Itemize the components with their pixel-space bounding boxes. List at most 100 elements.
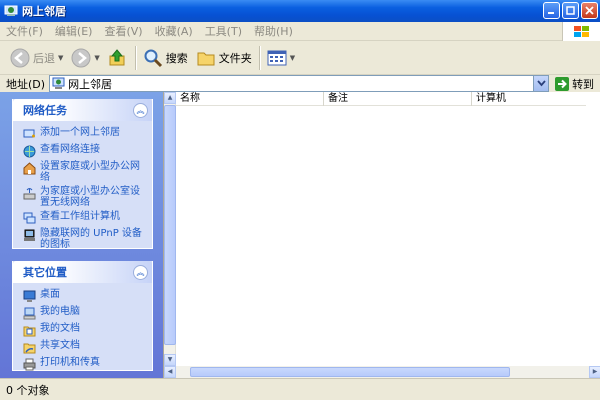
- back-arrow-icon: [10, 48, 30, 67]
- toolbar-separator: [134, 45, 136, 70]
- place-printers-faxes[interactable]: 打印机和传真: [23, 357, 146, 371]
- task-hide-upnp-icons[interactable]: 隐藏联网的 UPnP 设备的图标: [23, 228, 146, 250]
- scroll-up-button[interactable]: ▲: [164, 92, 176, 104]
- task-label: 查看网络连接: [40, 144, 100, 155]
- address-bar: 地址(D) 网上邻居 转到: [0, 75, 600, 92]
- printers-faxes-icon: [23, 358, 36, 371]
- minimize-button[interactable]: [543, 2, 560, 19]
- task-pane: 网络任务 ︽ 添加一个网上邻居 查看网络连接 设置家庭或小型办公网络 为家庭或小…: [0, 92, 163, 378]
- place-label: 共享文档: [40, 340, 80, 351]
- menu-bar: 文件(F) 编辑(E) 查看(V) 收藏(A) 工具(T) 帮助(H): [0, 22, 600, 41]
- collapse-icon[interactable]: ︽: [133, 102, 148, 118]
- task-label: 添加一个网上邻居: [40, 127, 120, 138]
- scroll-down-button[interactable]: ▼: [164, 354, 176, 366]
- address-input[interactable]: 网上邻居: [49, 75, 550, 92]
- task-setup-home-network[interactable]: 设置家庭或小型办公网络: [23, 161, 146, 183]
- other-places-title: 其它位置: [23, 266, 67, 279]
- up-folder-icon: [109, 48, 125, 65]
- horizontal-scrollbar[interactable]: ◀ ▶: [164, 366, 600, 378]
- menu-edit[interactable]: 编辑(E): [49, 23, 99, 39]
- place-shared-documents[interactable]: 共享文档: [23, 340, 146, 354]
- forward-dropdown-icon[interactable]: ▼: [94, 54, 99, 62]
- horizontal-scroll-thumb[interactable]: [190, 367, 510, 377]
- column-header: 名称 备注 计算机: [176, 92, 586, 106]
- address-label: 地址(D): [6, 77, 46, 91]
- menu-view[interactable]: 查看(V): [98, 23, 148, 39]
- network-connections-icon: [23, 145, 36, 158]
- task-label: 隐藏联网的 UPnP 设备的图标: [40, 228, 142, 250]
- desktop-icon: [23, 290, 36, 302]
- column-computer[interactable]: 计算机: [472, 92, 586, 106]
- views-icon: [267, 50, 287, 65]
- folder-icon: [197, 52, 215, 65]
- back-dropdown-icon[interactable]: ▼: [58, 54, 63, 62]
- views-dropdown-icon[interactable]: ▼: [290, 54, 295, 62]
- toolbar: 后退 ▼ ▼ 搜索 文件夹 ▼: [0, 41, 600, 75]
- shared-documents-icon: [23, 343, 36, 354]
- file-list-pane[interactable]: ▲ ▼ 名称 备注 计算机 ◀ ▶: [163, 92, 600, 378]
- add-network-place-icon: [23, 129, 35, 138]
- close-icon: [585, 6, 594, 15]
- home-network-setup-icon: [23, 162, 36, 175]
- title-bar[interactable]: 网上邻居: [0, 0, 600, 22]
- my-documents-icon: [23, 326, 36, 337]
- network-tasks-box: 网络任务 ︽ 添加一个网上邻居 查看网络连接 设置家庭或小型办公网络 为家庭或小…: [12, 99, 153, 250]
- address-dropdown-button[interactable]: [533, 76, 549, 91]
- status-text: 0 个对象: [6, 383, 50, 397]
- task-add-network-place[interactable]: 添加一个网上邻居: [23, 127, 146, 141]
- scroll-left-button[interactable]: ◀: [164, 366, 176, 378]
- other-places-header[interactable]: 其它位置 ︽: [13, 261, 152, 283]
- task-view-workgroup-computers[interactable]: 查看工作组计算机: [23, 211, 146, 225]
- place-label: 我的文档: [40, 323, 80, 334]
- windows-logo-icon: [562, 22, 600, 41]
- forward-button[interactable]: ▼: [67, 44, 103, 72]
- place-desktop[interactable]: 桌面: [23, 289, 146, 303]
- upnp-device-icon: [24, 229, 35, 241]
- back-button[interactable]: 后退 ▼: [6, 44, 67, 72]
- menu-help[interactable]: 帮助(H): [248, 23, 299, 39]
- views-button[interactable]: ▼: [263, 44, 299, 72]
- network-places-icon: [4, 5, 18, 16]
- search-icon: [144, 49, 162, 67]
- column-name[interactable]: 名称: [176, 92, 324, 106]
- place-my-documents[interactable]: 我的文档: [23, 323, 146, 337]
- place-my-computer[interactable]: 我的电脑: [23, 306, 146, 320]
- task-label: 查看工作组计算机: [40, 211, 120, 222]
- search-label: 搜索: [165, 51, 188, 65]
- maximize-icon: [566, 6, 575, 15]
- place-label: 打印机和传真: [40, 357, 100, 368]
- menu-tools[interactable]: 工具(T): [199, 23, 248, 39]
- place-label: 我的电脑: [40, 306, 80, 317]
- folders-label: 文件夹: [218, 51, 252, 65]
- minimize-icon: [548, 12, 554, 14]
- folders-button[interactable]: 文件夹: [192, 44, 256, 72]
- network-tasks-header[interactable]: 网络任务 ︽: [13, 99, 152, 121]
- chevron-down-icon: [536, 80, 546, 87]
- my-computer-icon: [23, 307, 36, 320]
- menu-favorites[interactable]: 收藏(A): [149, 23, 199, 39]
- go-arrow-icon: [555, 76, 570, 91]
- vertical-scrollbar[interactable]: ▲ ▼: [164, 92, 176, 366]
- maximize-button[interactable]: [562, 2, 579, 19]
- vertical-scroll-thumb[interactable]: [164, 105, 176, 345]
- collapse-icon[interactable]: ︽: [133, 264, 148, 280]
- back-label: 后退: [33, 51, 55, 65]
- status-bar: 0 个对象: [0, 378, 600, 400]
- close-button[interactable]: [581, 2, 598, 19]
- task-setup-wireless-network[interactable]: 为家庭或小型办公室设置无线网络: [23, 186, 146, 208]
- network-places-icon: [52, 77, 65, 89]
- scroll-right-button[interactable]: ▶: [589, 366, 600, 378]
- task-label: 为家庭或小型办公室设置无线网络: [40, 186, 140, 208]
- toolbar-separator: [258, 45, 260, 70]
- wireless-network-icon: [23, 188, 36, 200]
- task-view-network-connections[interactable]: 查看网络连接: [23, 144, 146, 158]
- task-label: 设置家庭或小型办公网络: [40, 161, 140, 183]
- menu-file[interactable]: 文件(F): [0, 23, 49, 39]
- column-comment[interactable]: 备注: [324, 92, 472, 106]
- window-title: 网上邻居: [22, 5, 66, 18]
- up-folder-button[interactable]: [104, 44, 132, 72]
- search-button[interactable]: 搜索: [139, 44, 192, 72]
- workgroup-computers-icon: [23, 212, 36, 224]
- network-tasks-title: 网络任务: [23, 104, 67, 117]
- go-button[interactable]: 转到: [555, 76, 594, 92]
